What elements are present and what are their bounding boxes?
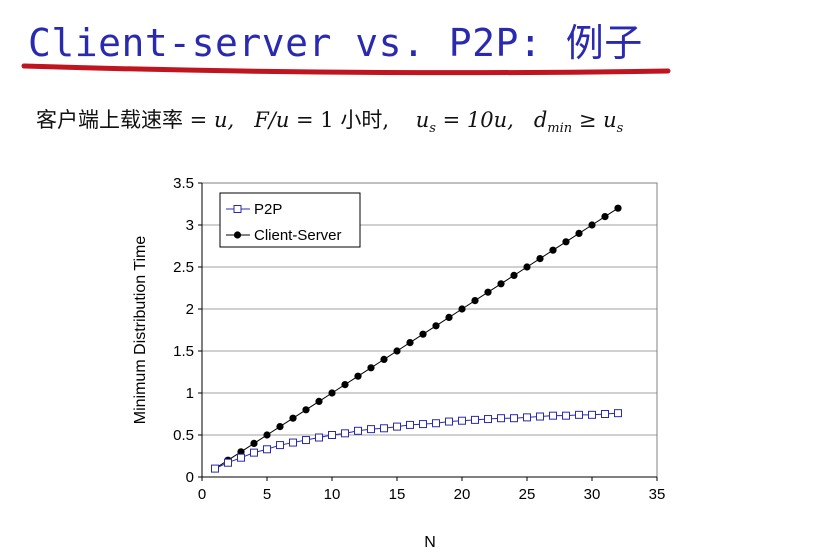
data-point-p2p [393, 422, 401, 431]
data-point-p2p [302, 436, 310, 445]
data-point-p2p [341, 429, 349, 438]
data-point-client-server [315, 397, 323, 405]
y-tick-label: 2 [186, 301, 194, 318]
data-point-p2p [536, 412, 544, 421]
data-point-client-server [302, 406, 310, 414]
data-point-p2p [380, 424, 388, 433]
data-point-client-server [458, 305, 466, 313]
data-point-p2p [497, 414, 505, 423]
data-point-p2p [276, 441, 284, 450]
data-point-client-server [588, 221, 596, 229]
data-point-client-server [341, 381, 349, 389]
data-point-client-server [263, 431, 271, 439]
y-tick-label: 1.5 [173, 343, 194, 360]
data-point-p2p [224, 458, 232, 467]
data-point-p2p [588, 410, 596, 419]
x-tick-label: 5 [263, 486, 271, 503]
data-point-p2p [549, 411, 557, 420]
data-point-client-server [393, 347, 401, 355]
data-point-p2p [432, 419, 440, 428]
series-p2p [211, 409, 622, 473]
x-tick-label: 10 [324, 486, 341, 503]
data-point-client-server [445, 313, 453, 321]
series-line-p2p [214, 412, 619, 470]
data-point-client-server [549, 246, 557, 254]
x-tick-label: 25 [519, 486, 536, 503]
x-tick-label: 20 [454, 486, 471, 503]
data-point-client-server [471, 297, 479, 305]
legend-cs-marker [233, 231, 242, 239]
data-point-client-server [536, 255, 544, 263]
x-tick-label: 35 [649, 486, 666, 503]
data-point-p2p [315, 433, 323, 442]
data-point-client-server [354, 372, 362, 380]
data-point-p2p [263, 445, 271, 454]
data-point-client-server [497, 280, 505, 288]
data-point-client-server [562, 238, 570, 246]
y-tick-label: 3.5 [173, 175, 194, 192]
data-point-client-server [250, 439, 258, 447]
data-point-client-server [367, 364, 375, 372]
data-point-p2p [419, 420, 427, 429]
legend: P2P Client-Server [219, 192, 361, 248]
y-tick-label: 0.5 [173, 427, 194, 444]
data-point-p2p [367, 425, 375, 434]
distribution-time-chart: 0 0.5 1 1.5 2 2.5 3 3.5 0 5 10 15 20 25 30 35 Minimum D… [132, 175, 666, 551]
y-tick-label: 0 [186, 469, 194, 486]
x-axis-label: N [424, 534, 436, 551]
data-point-client-server [601, 213, 609, 221]
data-point-client-server [406, 339, 414, 347]
data-point-p2p [458, 416, 466, 425]
data-point-p2p [406, 420, 414, 429]
data-point-p2p [250, 448, 258, 457]
data-point-p2p [237, 453, 245, 462]
legend-p2p-marker [233, 205, 242, 213]
data-point-client-server [380, 355, 388, 363]
data-point-client-server [575, 229, 583, 237]
data-point-p2p [510, 414, 518, 423]
data-point-p2p [445, 417, 453, 426]
x-tick-label: 15 [389, 486, 406, 503]
data-point-p2p [601, 410, 609, 418]
data-point-client-server [328, 389, 336, 397]
y-tick-label: 1 [186, 385, 194, 402]
legend-cs-label: Client-Server [254, 227, 342, 244]
data-point-p2p [289, 438, 297, 447]
data-point-p2p [523, 413, 531, 422]
data-point-client-server [523, 263, 531, 271]
data-point-client-server [419, 330, 427, 338]
y-tick-label: 2.5 [173, 259, 194, 276]
data-point-client-server [614, 204, 622, 212]
y-axis-label: Minimum Distribution Time [132, 236, 149, 425]
x-tick-label: 0 [198, 486, 206, 503]
data-point-client-server [432, 322, 440, 330]
data-point-p2p [211, 464, 219, 473]
data-point-p2p [614, 409, 622, 418]
data-point-client-server [276, 423, 284, 431]
data-point-client-server [484, 288, 492, 296]
data-point-p2p [484, 415, 492, 424]
data-point-p2p [328, 431, 336, 439]
data-point-p2p [354, 426, 362, 435]
legend-p2p-label: P2P [254, 201, 282, 218]
y-tick-label: 3 [186, 217, 194, 234]
data-point-p2p [575, 410, 583, 419]
data-point-p2p [471, 415, 479, 424]
x-tick-label: 30 [584, 486, 601, 503]
data-point-p2p [562, 411, 570, 420]
data-point-client-server [289, 414, 297, 422]
data-point-client-server [510, 271, 518, 279]
